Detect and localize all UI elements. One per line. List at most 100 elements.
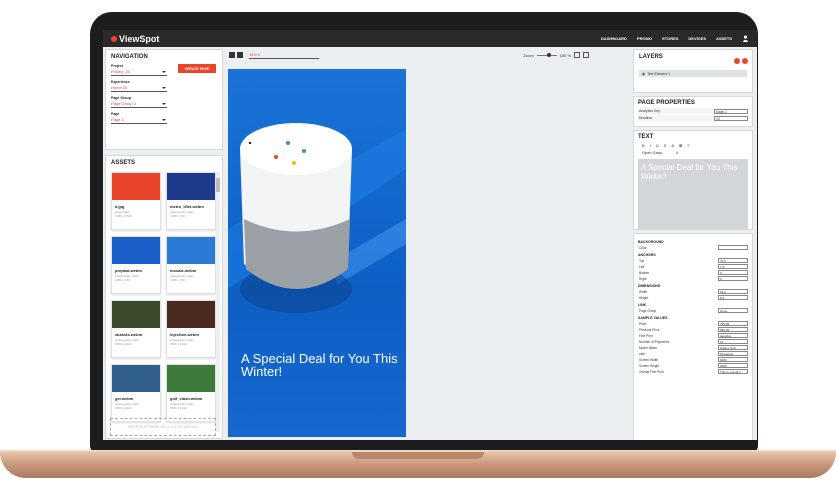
sample-row: Overall Fine Print This is overall fi: [638, 369, 748, 374]
layers-panel: LAYERS ◉ Text Element 1: [633, 49, 753, 93]
asset-card[interactable]: mosaic.webm video/webm video 1280 x 720: [166, 236, 216, 294]
main-nav: DASHBOARD PROMO STORES DEVICES ASSETS: [601, 35, 749, 42]
right-column: LAYERS ◉ Text Element 1 PAGE PROPERTIES …: [633, 49, 753, 440]
color-button[interactable]: A: [671, 143, 674, 148]
asset-thumbnail: [167, 173, 215, 200]
asset-size: 2560 x 1440: [170, 406, 187, 410]
asset-size: 2560 x 1440: [115, 406, 132, 410]
sample-row: Price 799.99: [638, 321, 748, 326]
sample-input[interactable]: Pineapple: [718, 351, 748, 356]
asset-name: golf_clash.webm: [170, 396, 203, 401]
analytics-key-input[interactable]: page-1: [714, 108, 748, 114]
asset-card[interactable]: wizards.webm video/webm video 2560 x 144…: [111, 300, 161, 358]
nav-assets[interactable]: ASSETS: [716, 36, 732, 41]
asset-thumbnail: [167, 301, 215, 328]
clear-format-button[interactable]: ⊠: [679, 143, 682, 148]
zoom-knob[interactable]: [546, 52, 551, 57]
sample-input[interactable]: Galaxy S10: [718, 345, 748, 350]
anchor-row: Top 76.6: [638, 258, 748, 263]
delete-layer-icon[interactable]: [734, 58, 740, 64]
asset-card[interactable]: gel.webm video/webm video 2560 x 1440: [111, 364, 161, 422]
canvas-toolbar: 16:9 0 Zoom 150 %: [225, 49, 629, 61]
grid-icon[interactable]: [229, 52, 235, 58]
align-button[interactable]: ≡: [687, 143, 689, 148]
assets-scrollbar[interactable]: [216, 172, 220, 432]
duration-input[interactable]: 10: [714, 115, 748, 121]
assets-scroll-thumb[interactable]: [216, 178, 220, 192]
sample-label: Screen Width: [639, 357, 659, 362]
asset-card[interactable]: a.jpg jpeg image 1080 x 1728: [111, 172, 161, 230]
left-column: NAVIGATION CREATE PAGE Project Project_2…: [105, 49, 223, 439]
app-logo[interactable]: ViewSpot: [111, 34, 159, 44]
link-title: LINK: [638, 303, 647, 307]
nav-devices[interactable]: DEVICES: [688, 36, 706, 41]
asset-name: prepaid.webm: [115, 268, 142, 273]
font-select[interactable]: Open Sans: [642, 150, 662, 155]
sample-label: Price: [639, 321, 647, 326]
strike-button[interactable]: S: [664, 143, 667, 148]
italic-button[interactable]: I: [650, 143, 651, 148]
color-picker[interactable]: [718, 245, 748, 250]
asset-card[interactable]: golf_clash.webm video/webm video 2560 x …: [166, 364, 216, 422]
sample-input[interactable]: 12: [718, 339, 748, 344]
resolution-select[interactable]: 16:9 0: [249, 52, 319, 59]
anchor-top-label: Top: [639, 258, 645, 263]
anchor-bottom-input[interactable]: 0: [718, 270, 748, 275]
page-group-select[interactable]: Page Group 3: [111, 100, 167, 108]
sample-values-title: SAMPLE VALUES: [638, 316, 668, 320]
asset-card[interactable]: injection.webm video/webm video 2560 x 1…: [166, 300, 216, 358]
asset-thumbnail: [112, 173, 160, 200]
nav-stores[interactable]: STORES: [662, 36, 678, 41]
add-layer-icon[interactable]: [742, 58, 748, 64]
experience-select[interactable]: Home 20: [111, 84, 167, 92]
page-stage[interactable]: A Special Deal for You This Winter!: [228, 69, 406, 437]
sample-input[interactable]: 899.99: [718, 327, 748, 332]
assets-title: ASSETS: [111, 160, 136, 166]
layer-name: Text Element 1: [647, 71, 671, 76]
link-select[interactable]: None: [718, 308, 748, 313]
height-input[interactable]: 8.3: [718, 295, 748, 300]
laptop-notch: [352, 452, 484, 459]
orientation-icon[interactable]: [237, 52, 243, 58]
bold-button[interactable]: B: [642, 143, 645, 148]
font-size-select[interactable]: 0: [676, 150, 678, 155]
asset-card[interactable]: prepaid.webm video/webm video 1280 x 720: [111, 236, 161, 294]
asset-thumbnail: [112, 301, 160, 328]
asset-card[interactable]: metro_lillet.webm video/webm video 1280 …: [166, 172, 216, 230]
anchor-top-input[interactable]: 76.6: [718, 258, 748, 263]
layers-title: LAYERS: [639, 54, 663, 60]
page-properties-panel: PAGE PROPERTIES Analytics Key page-1 Dur…: [633, 96, 753, 127]
asset-name: metro_lillet.webm: [170, 204, 204, 209]
sample-input[interactable]: 2560: [718, 363, 748, 368]
top-bar: ViewSpot DASHBOARD PROMO STORES DEVICES …: [103, 30, 757, 47]
canvas-headline[interactable]: A Special Deal for You This Winter!: [241, 352, 406, 378]
create-page-button[interactable]: CREATE PAGE: [178, 64, 216, 73]
nav-promo[interactable]: PROMO: [637, 36, 652, 41]
project-select[interactable]: Project_24: [111, 68, 167, 76]
nav-dashboard[interactable]: DASHBOARD: [601, 36, 627, 41]
sample-input[interactable]: 6000: [718, 357, 748, 362]
upload-dropzone[interactable]: DROP FILES HERE OR CLICK TO UPLOAD: [110, 418, 216, 436]
page-select[interactable]: Page 1: [111, 116, 167, 124]
text-editor[interactable]: A Special Deal for You This Winter!: [638, 159, 748, 229]
asset-name: mosaic.webm: [170, 268, 197, 273]
anchor-left-input[interactable]: 7.6: [718, 264, 748, 269]
sample-input[interactable]: This is overall fi: [718, 369, 748, 374]
underline-button[interactable]: U: [656, 143, 659, 148]
anchor-bottom-label: Bottom: [639, 270, 650, 275]
eye-icon[interactable]: ◉: [642, 72, 645, 76]
sample-input[interactable]: 799.99: [718, 321, 748, 326]
zoom-slider[interactable]: [536, 52, 557, 57]
anchor-right-input[interactable]: 0: [718, 276, 748, 281]
sample-input[interactable]: deepika: [718, 333, 748, 338]
background-title: BACKGROUND: [638, 240, 664, 244]
layer-row[interactable]: ◉ Text Element 1: [639, 70, 747, 77]
fit-icon[interactable]: [574, 52, 580, 58]
sample-row: Fine Print deepika: [638, 333, 748, 338]
asset-size: 1280 x 720: [170, 278, 185, 282]
sample-label: Model Name: [639, 345, 658, 350]
page-properties-title: PAGE PROPERTIES: [638, 100, 695, 106]
fullscreen-icon[interactable]: [583, 52, 589, 58]
width-input[interactable]: 93.2: [718, 289, 748, 294]
user-icon[interactable]: [742, 35, 749, 42]
